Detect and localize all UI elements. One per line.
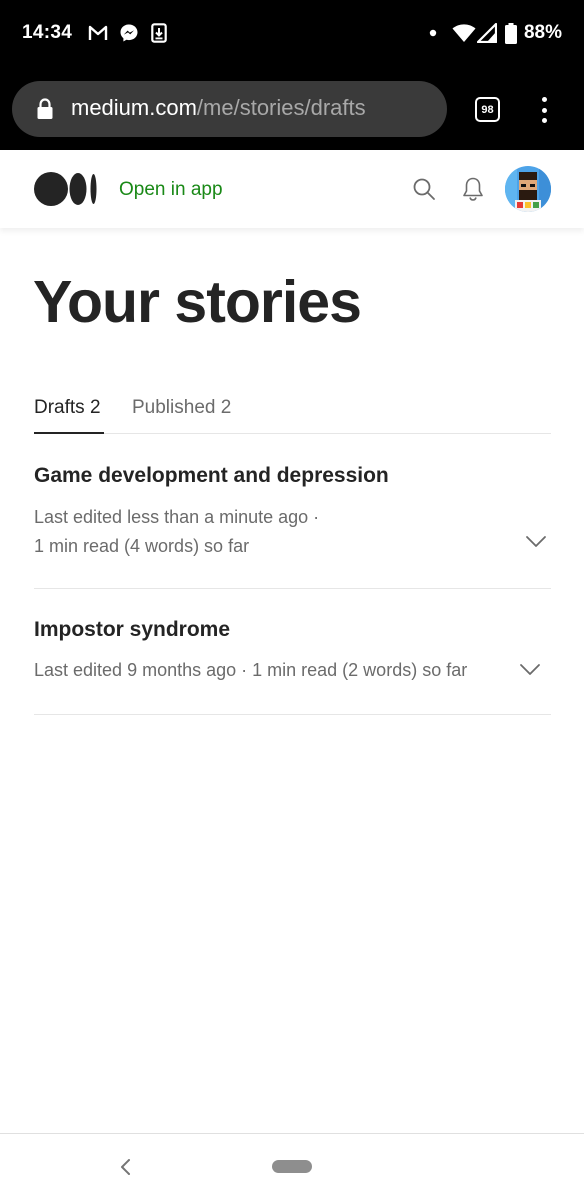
list-item[interactable]: Game development and depression Last edi… [34,460,551,589]
url-domain: medium.com [71,95,197,120]
tab-count: 98 [481,103,494,116]
menu-dot [541,97,547,102]
story-tabs: Drafts 2 Published 2 [34,395,551,434]
tab-published[interactable]: Published 2 [132,397,231,419]
story-meta: 1 min read (4 words) so far [34,536,250,556]
messenger-icon [118,22,140,44]
search-icon[interactable] [412,177,436,206]
site-header: Open in app [0,150,584,228]
back-icon[interactable] [118,1158,132,1181]
chevron-down-icon[interactable] [519,663,541,682]
signal-icon [476,22,498,44]
home-pill-button[interactable] [272,1160,312,1173]
browser-menu-button[interactable] [535,94,553,126]
battery-level: 88% [523,22,562,43]
menu-dot [541,107,547,113]
story-title[interactable]: Impostor syndrome [34,618,230,642]
wifi-icon [451,22,477,44]
list-item[interactable]: Impostor syndrome Last edited 9 months a… [34,614,551,715]
open-in-app-link[interactable]: Open in app [119,179,223,201]
system-navigation-bar [0,1133,584,1200]
url-path: /me/stories/drafts [196,95,366,120]
tab-drafts[interactable]: Drafts 2 [34,397,101,419]
menu-dot [541,118,547,123]
avatar[interactable] [505,166,551,212]
story-meta: Last edited 9 months ago · 1 min read (2… [34,660,468,680]
status-time: 14:34 [22,22,73,43]
dot-icon [428,22,438,44]
medium-logo-icon[interactable] [34,172,98,206]
story-title[interactable]: Game development and depression [34,464,389,488]
browser-toolbar: medium.com/me/stories/drafts 98 [0,70,584,150]
status-bar: 14:34 88% [0,0,584,70]
page-title: Your stories [33,269,362,335]
download-icon [149,22,169,44]
gmail-icon [87,22,109,44]
url-text[interactable]: medium.com/me/stories/drafts [71,95,366,121]
lock-icon [36,98,54,125]
notifications-bell-icon[interactable] [461,176,485,207]
active-tab-indicator [34,432,104,434]
battery-icon [504,22,518,44]
tab-switcher-button[interactable]: 98 [475,97,500,122]
story-meta: Last edited less than a minute ago · [34,507,320,527]
address-bar[interactable]: medium.com/me/stories/drafts [12,81,447,137]
chevron-down-icon[interactable] [525,535,547,554]
